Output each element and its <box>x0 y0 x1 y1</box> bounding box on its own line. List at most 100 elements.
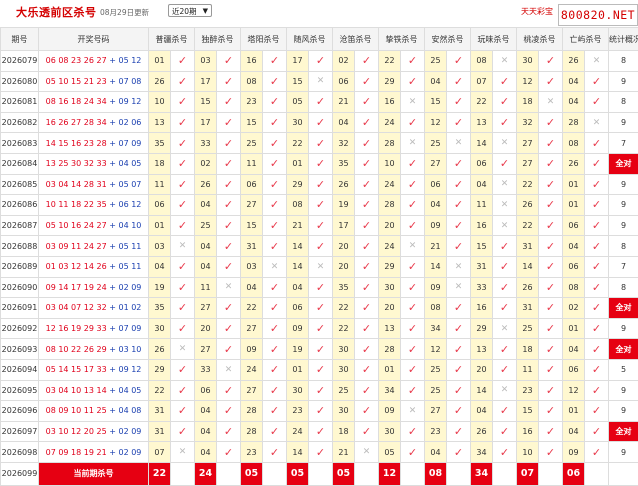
kill-number: 21 <box>333 442 355 463</box>
kill-number: 06 <box>563 256 585 277</box>
check-icon: ✓ <box>493 153 517 174</box>
kill-number: 31 <box>471 256 493 277</box>
period-cell: 2026090 <box>1 277 39 298</box>
draw-numbers-cell: 08 09 10 11 25 + 04 08 <box>39 401 149 422</box>
period-cell: 2026086 <box>1 195 39 216</box>
kill-number: 04 <box>195 236 217 257</box>
kill-number: 29 <box>287 174 309 195</box>
kill-number: 22 <box>333 318 355 339</box>
kill-number: 29 <box>379 71 401 92</box>
kill-number: 28 <box>379 339 401 360</box>
table-row: 202609009 14 17 19 24 + 02 0919✓11✕04✓04… <box>1 277 638 298</box>
check-icon: ✓ <box>493 112 517 133</box>
stat-cell: 8 <box>609 51 638 72</box>
kill-number: 17 <box>333 215 355 236</box>
kill-number: 06 <box>425 174 447 195</box>
plus-sign: + <box>107 283 119 292</box>
check-icon: ✓ <box>263 236 287 257</box>
cross-icon: ✕ <box>493 51 517 72</box>
check-icon: ✓ <box>217 339 241 360</box>
table-row: 202608216 26 27 28 34 + 02 0613✓17✓15✓30… <box>1 112 638 133</box>
cross-icon: ✕ <box>171 339 195 360</box>
kill-number: 11 <box>195 277 217 298</box>
current-period-row: 2026099当前期杀号22240505051208340706 <box>1 462 638 485</box>
check-icon: ✓ <box>447 442 471 463</box>
check-icon: ✓ <box>493 298 517 319</box>
red-balls: 07 09 18 19 21 <box>46 448 107 457</box>
check-icon: ✓ <box>263 71 287 92</box>
blue-balls: 04 10 <box>118 221 141 230</box>
draw-numbers-cell: 06 08 23 26 27 + 05 12 <box>39 51 149 72</box>
kill-number: 08 <box>241 71 263 92</box>
kill-number: 06 <box>149 195 171 216</box>
kill-number: 30 <box>379 421 401 442</box>
col-killer-6: 挚铁杀号 <box>379 28 425 51</box>
kill-number: 27 <box>517 153 539 174</box>
check-icon: ✓ <box>401 380 425 401</box>
stat-cell: 7 <box>609 256 638 277</box>
blue-balls: 05 11 <box>118 262 141 271</box>
all-hit-badge: 全对 <box>609 153 638 174</box>
check-icon: ✓ <box>309 195 333 216</box>
current-period-cell: 2026099 <box>1 462 39 485</box>
kill-number: 10 <box>517 442 539 463</box>
check-icon: ✓ <box>171 71 195 92</box>
kill-number: 18 <box>517 339 539 360</box>
kill-number: 31 <box>517 298 539 319</box>
kill-number: 15 <box>195 92 217 113</box>
plus-sign: + <box>107 262 119 271</box>
check-icon: ✓ <box>585 318 609 339</box>
check-icon: ✓ <box>493 92 517 113</box>
empty-cell <box>493 462 517 485</box>
draw-numbers-cell: 03 04 07 12 32 + 01 02 <box>39 298 149 319</box>
draw-numbers-cell: 03 09 11 24 27 + 05 11 <box>39 236 149 257</box>
check-icon: ✓ <box>493 256 517 277</box>
kill-number: 24 <box>241 359 263 380</box>
col-killer-5: 沧笛杀号 <box>333 28 379 51</box>
brand-link[interactable]: 天天彩宝 <box>521 6 553 17</box>
current-kill-number: 05 <box>241 462 263 485</box>
check-icon: ✓ <box>263 339 287 360</box>
check-icon: ✓ <box>263 195 287 216</box>
check-icon: ✓ <box>401 215 425 236</box>
check-icon: ✓ <box>585 256 609 277</box>
table-row: 202608314 15 16 23 28 + 07 0935✓33✓25✓22… <box>1 133 638 154</box>
kill-number: 04 <box>471 174 493 195</box>
kill-number: 04 <box>425 71 447 92</box>
plus-sign: + <box>107 324 119 333</box>
kill-number: 02 <box>563 298 585 319</box>
check-icon: ✓ <box>447 359 471 380</box>
check-icon: ✓ <box>263 380 287 401</box>
check-icon: ✓ <box>309 174 333 195</box>
check-icon: ✓ <box>447 318 471 339</box>
check-icon: ✓ <box>171 112 195 133</box>
watermark-logo: 800820.NET <box>558 4 638 26</box>
red-balls: 05 10 16 24 27 <box>46 221 107 230</box>
draw-numbers-cell: 01 03 12 14 26 + 05 11 <box>39 256 149 277</box>
kill-number: 35 <box>149 133 171 154</box>
check-icon: ✓ <box>217 92 241 113</box>
kill-number: 15 <box>287 71 309 92</box>
col-killer-7: 安然杀号 <box>425 28 471 51</box>
blue-balls: 05 12 <box>118 56 141 65</box>
kill-number: 35 <box>149 298 171 319</box>
check-icon: ✓ <box>355 92 379 113</box>
period-range-select[interactable]: 近20期 ▼ <box>168 4 212 17</box>
check-icon: ✓ <box>401 421 425 442</box>
kill-number: 13 <box>149 112 171 133</box>
check-icon: ✓ <box>585 195 609 216</box>
check-icon: ✓ <box>217 153 241 174</box>
check-icon: ✓ <box>171 92 195 113</box>
plus-sign: + <box>107 139 119 148</box>
check-icon: ✓ <box>263 153 287 174</box>
check-icon: ✓ <box>539 380 563 401</box>
kill-number: 18 <box>149 153 171 174</box>
current-kill-number: 34 <box>471 462 493 485</box>
check-icon: ✓ <box>401 174 425 195</box>
kill-number: 17 <box>195 71 217 92</box>
period-cell: 2026093 <box>1 339 39 360</box>
header-row: 期号 开奖号码 普疆杀号 独醉杀号 塔阳杀号 随风杀号 沧笛杀号 挚铁杀号 安然… <box>1 28 638 51</box>
red-balls: 13 25 30 32 33 <box>46 159 107 168</box>
red-balls: 16 26 27 28 34 <box>46 118 107 127</box>
kill-number: 24 <box>379 236 401 257</box>
